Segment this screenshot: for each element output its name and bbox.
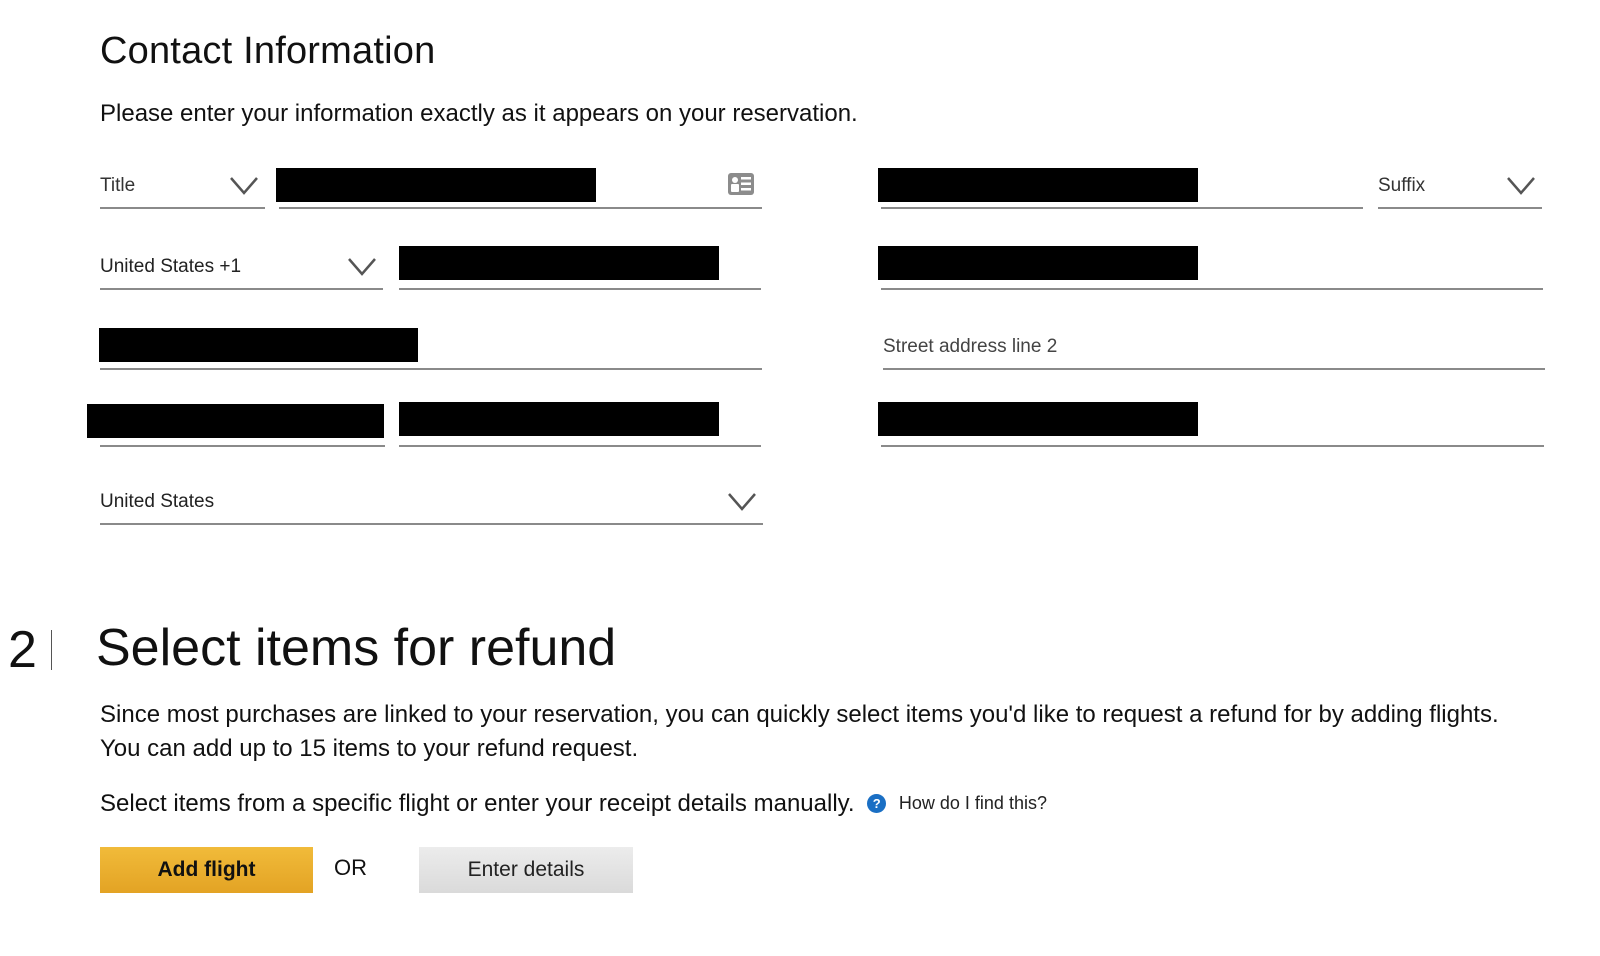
street-address-1-input[interactable] [99, 328, 762, 370]
suffix-select[interactable]: Suffix [1378, 167, 1542, 209]
help-question-icon[interactable]: ? [867, 794, 887, 813]
select-items-text: Select items from a specific flight or e… [100, 790, 855, 817]
phone-number-input[interactable] [399, 246, 761, 290]
state-input[interactable] [399, 402, 761, 447]
or-separator: OR [334, 855, 367, 880]
zip-input[interactable] [878, 402, 1544, 447]
phone-country-select[interactable]: United States +1 [100, 248, 383, 290]
contact-intro: Please enter your information exactly as… [100, 100, 858, 127]
contact-card-icon[interactable] [728, 173, 754, 195]
refund-description: Since most purchases are linked to your … [100, 701, 1499, 762]
enter-details-button[interactable]: Enter details [419, 847, 633, 893]
last-name-input[interactable] [878, 167, 1363, 209]
suffix-select-label: Suffix [1378, 175, 1426, 196]
contact-heading: Contact Information [100, 30, 436, 72]
redacted-phone-number [399, 246, 719, 280]
redacted-first-name [276, 168, 596, 202]
country-value: United States [100, 491, 215, 512]
redacted-email [878, 246, 1198, 280]
select-items-line: Select items from a specific flight or e… [100, 790, 1047, 818]
chevron-down-icon [728, 493, 756, 511]
refund-heading: Select items for refund [96, 619, 617, 677]
city-input[interactable] [87, 404, 385, 447]
chevron-down-icon [230, 177, 258, 195]
redacted-city [87, 404, 384, 438]
street-address-2-placeholder: Street address line 2 [883, 336, 1058, 357]
first-name-input[interactable] [276, 167, 762, 209]
street-address-2-input[interactable]: Street address line 2 [883, 328, 1545, 370]
step-number: 2 [8, 621, 37, 679]
country-select[interactable]: United States [100, 483, 763, 525]
how-do-i-find-this-link[interactable]: How do I find this? [899, 793, 1047, 813]
title-select[interactable]: Title [100, 167, 265, 209]
redacted-street-address [99, 328, 418, 362]
redacted-state [399, 402, 719, 436]
redacted-zip [878, 402, 1198, 436]
redacted-last-name [878, 168, 1198, 202]
step-divider [51, 630, 52, 670]
email-input[interactable] [878, 246, 1543, 290]
chevron-down-icon [348, 258, 376, 276]
phone-country-value: United States +1 [100, 256, 242, 277]
title-select-label: Title [100, 175, 136, 196]
chevron-down-icon [1507, 177, 1535, 195]
add-flight-button[interactable]: Add flight [100, 847, 313, 893]
